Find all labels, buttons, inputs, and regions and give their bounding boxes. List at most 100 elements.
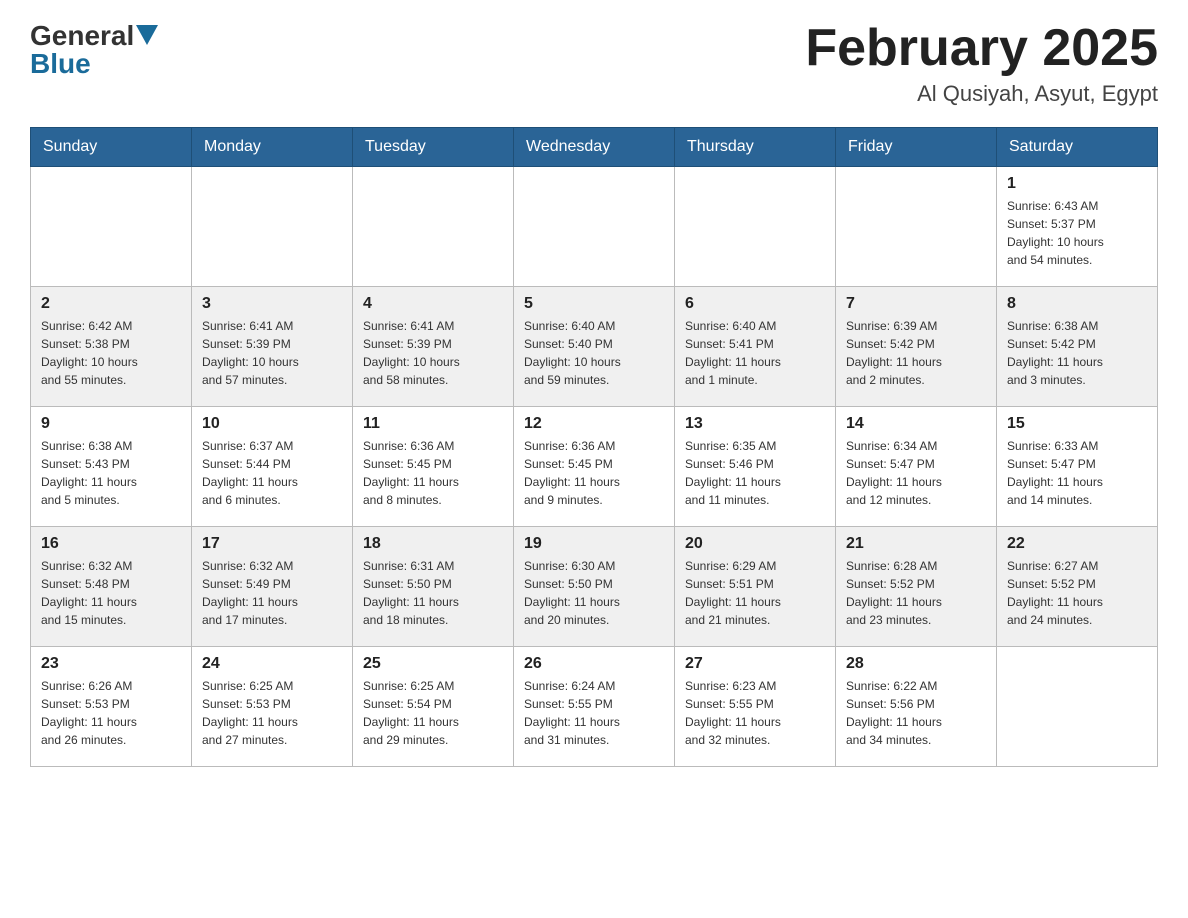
calendar-cell: 6Sunrise: 6:40 AM Sunset: 5:41 PM Daylig…	[675, 287, 836, 407]
day-number: 8	[1007, 295, 1147, 313]
day-info: Sunrise: 6:37 AM Sunset: 5:44 PM Dayligh…	[202, 437, 342, 509]
day-number: 4	[363, 295, 503, 313]
day-number: 14	[846, 415, 986, 433]
day-number: 7	[846, 295, 986, 313]
day-number: 15	[1007, 415, 1147, 433]
calendar-cell: 25 Sunrise: 6:25 AM Sunset: 5:54 PM Dayli…	[353, 647, 514, 767]
calendar-cell	[514, 167, 675, 287]
calendar-cell: 26 Sunrise: 6:24 AM Sunset: 5:55 PM Dayli…	[514, 647, 675, 767]
day-info: Sunrise: 6:26 AM Sunset: 5:53 PM Dayligh…	[41, 677, 181, 749]
weekday-header-saturday: Saturday	[997, 128, 1158, 167]
day-number: 10	[202, 415, 342, 433]
day-number: 27	[685, 655, 825, 673]
day-info: Sunrise: 6:34 AM Sunset: 5:47 PM Dayligh…	[846, 437, 986, 509]
day-info: Sunrise: 6:38 AM Sunset: 5:43 PM Dayligh…	[41, 437, 181, 509]
week-row-2: 2 Sunrise: 6:42 AM Sunset: 5:38 PM Daylig…	[31, 287, 1158, 407]
calendar-cell: 13 Sunrise: 6:35 AM Sunset: 5:46 PM Dayli…	[675, 407, 836, 527]
calendar-cell: 27Sunrise: 6:23 AM Sunset: 5:55 PM Dayli…	[675, 647, 836, 767]
day-info: Sunrise: 6:38 AM Sunset: 5:42 PM Dayligh…	[1007, 317, 1147, 389]
calendar-cell	[353, 167, 514, 287]
day-info: Sunrise: 6:36 AM Sunset: 5:45 PM Dayligh…	[524, 437, 664, 509]
day-info: Sunrise: 6:42 AM Sunset: 5:38 PM Dayligh…	[41, 317, 181, 389]
calendar-cell: 5 Sunrise: 6:40 AM Sunset: 5:40 PM Daylig…	[514, 287, 675, 407]
day-number: 24	[202, 655, 342, 673]
day-number: 25	[363, 655, 503, 673]
weekday-header-wednesday: Wednesday	[514, 128, 675, 167]
calendar-cell: 2 Sunrise: 6:42 AM Sunset: 5:38 PM Daylig…	[31, 287, 192, 407]
week-row-1: 1 Sunrise: 6:43 AM Sunset: 5:37 PM Daylig…	[31, 167, 1158, 287]
day-info: Sunrise: 6:22 AM Sunset: 5:56 PM Dayligh…	[846, 677, 986, 749]
day-number: 26	[524, 655, 664, 673]
calendar-cell: 9Sunrise: 6:38 AM Sunset: 5:43 PM Daylig…	[31, 407, 192, 527]
day-number: 28	[846, 655, 986, 673]
location-subtitle: Al Qusiyah, Asyut, Egypt	[805, 81, 1158, 107]
title-block: February 2025 Al Qusiyah, Asyut, Egypt	[805, 20, 1158, 107]
calendar-cell: 4 Sunrise: 6:41 AM Sunset: 5:39 PM Daylig…	[353, 287, 514, 407]
calendar-cell: 8 Sunrise: 6:38 AM Sunset: 5:42 PM Daylig…	[997, 287, 1158, 407]
day-info: Sunrise: 6:36 AM Sunset: 5:45 PM Dayligh…	[363, 437, 503, 509]
calendar-cell	[31, 167, 192, 287]
calendar-cell: 7Sunrise: 6:39 AM Sunset: 5:42 PM Daylig…	[836, 287, 997, 407]
weekday-header-friday: Friday	[836, 128, 997, 167]
day-number: 11	[363, 415, 503, 433]
day-info: Sunrise: 6:41 AM Sunset: 5:39 PM Dayligh…	[202, 317, 342, 389]
day-number: 22	[1007, 535, 1147, 553]
day-number: 6	[685, 295, 825, 313]
day-info: Sunrise: 6:25 AM Sunset: 5:53 PM Dayligh…	[202, 677, 342, 749]
day-number: 21	[846, 535, 986, 553]
week-row-5: 23Sunrise: 6:26 AM Sunset: 5:53 PM Dayli…	[31, 647, 1158, 767]
calendar-cell: 20 Sunrise: 6:29 AM Sunset: 5:51 PM Dayli…	[675, 527, 836, 647]
calendar-cell: 10 Sunrise: 6:37 AM Sunset: 5:44 PM Dayli…	[192, 407, 353, 527]
day-number: 1	[1007, 175, 1147, 193]
calendar-cell: 11 Sunrise: 6:36 AM Sunset: 5:45 PM Dayli…	[353, 407, 514, 527]
weekday-header-monday: Monday	[192, 128, 353, 167]
day-number: 12	[524, 415, 664, 433]
week-row-3: 9Sunrise: 6:38 AM Sunset: 5:43 PM Daylig…	[31, 407, 1158, 527]
day-info: Sunrise: 6:40 AM Sunset: 5:40 PM Dayligh…	[524, 317, 664, 389]
day-number: 3	[202, 295, 342, 313]
day-number: 16	[41, 535, 181, 553]
calendar-cell: 19 Sunrise: 6:30 AM Sunset: 5:50 PM Dayli…	[514, 527, 675, 647]
day-info: Sunrise: 6:24 AM Sunset: 5:55 PM Dayligh…	[524, 677, 664, 749]
logo-triangle-icon	[136, 25, 158, 45]
day-number: 13	[685, 415, 825, 433]
day-number: 2	[41, 295, 181, 313]
weekday-header-thursday: Thursday	[675, 128, 836, 167]
day-info: Sunrise: 6:32 AM Sunset: 5:48 PM Dayligh…	[41, 557, 181, 629]
day-number: 20	[685, 535, 825, 553]
day-info: Sunrise: 6:31 AM Sunset: 5:50 PM Dayligh…	[363, 557, 503, 629]
day-number: 19	[524, 535, 664, 553]
calendar-cell	[836, 167, 997, 287]
calendar-table: SundayMondayTuesdayWednesdayThursdayFrid…	[30, 127, 1158, 767]
day-number: 5	[524, 295, 664, 313]
calendar-cell: 17 Sunrise: 6:32 AM Sunset: 5:49 PM Dayli…	[192, 527, 353, 647]
logo: General Blue	[30, 20, 158, 80]
day-info: Sunrise: 6:33 AM Sunset: 5:47 PM Dayligh…	[1007, 437, 1147, 509]
calendar-cell: 16 Sunrise: 6:32 AM Sunset: 5:48 PM Dayli…	[31, 527, 192, 647]
weekday-header-sunday: Sunday	[31, 128, 192, 167]
calendar-cell	[997, 647, 1158, 767]
day-info: Sunrise: 6:43 AM Sunset: 5:37 PM Dayligh…	[1007, 197, 1147, 269]
weekday-header-tuesday: Tuesday	[353, 128, 514, 167]
month-year-title: February 2025	[805, 20, 1158, 77]
day-number: 18	[363, 535, 503, 553]
day-info: Sunrise: 6:30 AM Sunset: 5:50 PM Dayligh…	[524, 557, 664, 629]
day-info: Sunrise: 6:29 AM Sunset: 5:51 PM Dayligh…	[685, 557, 825, 629]
logo-icon: General Blue	[30, 20, 158, 80]
day-info: Sunrise: 6:35 AM Sunset: 5:46 PM Dayligh…	[685, 437, 825, 509]
calendar-cell	[192, 167, 353, 287]
day-info: Sunrise: 6:27 AM Sunset: 5:52 PM Dayligh…	[1007, 557, 1147, 629]
day-info: Sunrise: 6:28 AM Sunset: 5:52 PM Dayligh…	[846, 557, 986, 629]
logo-text-blue: Blue	[30, 48, 158, 80]
calendar-cell: 1 Sunrise: 6:43 AM Sunset: 5:37 PM Daylig…	[997, 167, 1158, 287]
day-info: Sunrise: 6:25 AM Sunset: 5:54 PM Dayligh…	[363, 677, 503, 749]
day-info: Sunrise: 6:32 AM Sunset: 5:49 PM Dayligh…	[202, 557, 342, 629]
calendar-cell: 23Sunrise: 6:26 AM Sunset: 5:53 PM Dayli…	[31, 647, 192, 767]
calendar-cell: 14 Sunrise: 6:34 AM Sunset: 5:47 PM Dayli…	[836, 407, 997, 527]
day-number: 17	[202, 535, 342, 553]
calendar-cell: 28 Sunrise: 6:22 AM Sunset: 5:56 PM Dayli…	[836, 647, 997, 767]
calendar-cell: 22 Sunrise: 6:27 AM Sunset: 5:52 PM Dayli…	[997, 527, 1158, 647]
calendar-cell: 12 Sunrise: 6:36 AM Sunset: 5:45 PM Dayli…	[514, 407, 675, 527]
day-info: Sunrise: 6:41 AM Sunset: 5:39 PM Dayligh…	[363, 317, 503, 389]
calendar-cell: 3 Sunrise: 6:41 AM Sunset: 5:39 PM Daylig…	[192, 287, 353, 407]
